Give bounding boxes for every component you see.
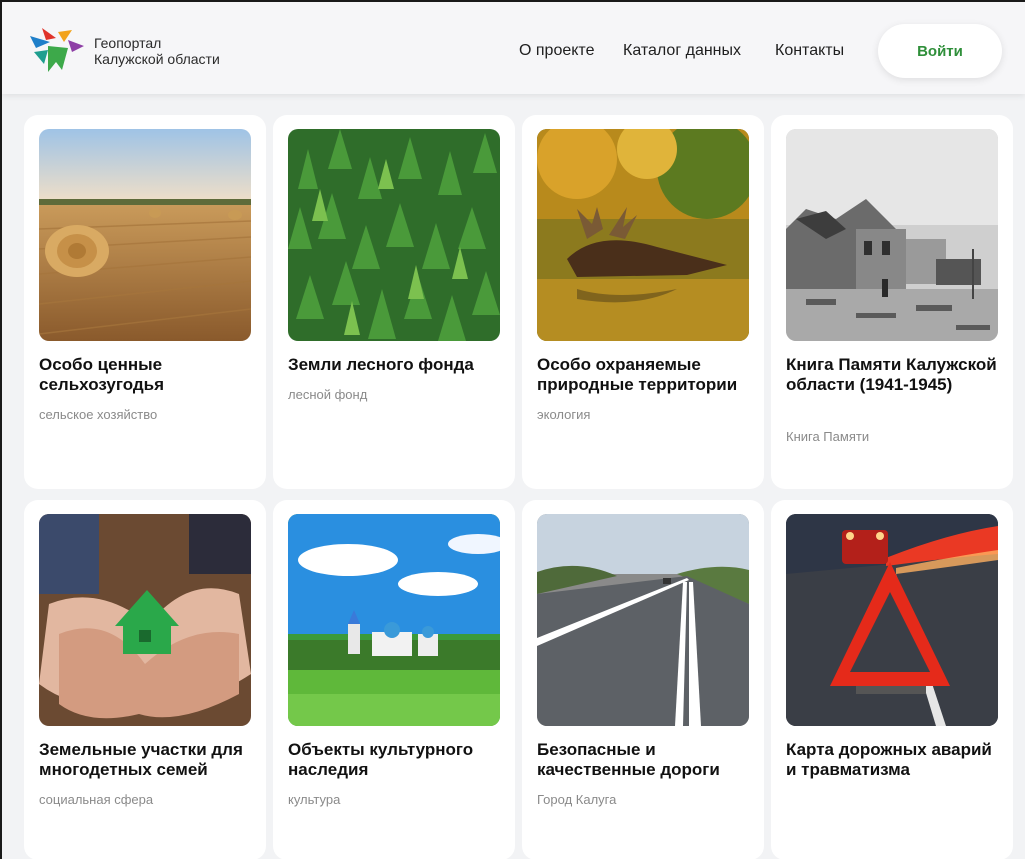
card-title: Книга Памяти Калужской области (1941-194… bbox=[786, 355, 997, 394]
brand-name[interactable]: Геопортал Калужской области bbox=[94, 35, 220, 67]
dataset-card-ecology[interactable]: Особо охраняемые природные территории эк… bbox=[522, 115, 764, 489]
nav-about-link[interactable]: О проекте bbox=[519, 42, 594, 60]
moose-river-image bbox=[537, 129, 749, 341]
page: Геопортал Калужской области О проекте Ка… bbox=[0, 0, 1025, 859]
brand-line-1: Геопортал bbox=[94, 35, 162, 51]
warning-triangle-image bbox=[786, 514, 998, 726]
dataset-card-agriculture[interactable]: Особо ценные сельхозугодья сельское хозя… bbox=[24, 115, 266, 489]
monastery-image bbox=[288, 514, 500, 726]
hay-field-image bbox=[39, 129, 251, 341]
dataset-card-memory-book[interactable]: Книга Памяти Калужской области (1941-194… bbox=[771, 115, 1013, 489]
dataset-card-accidents[interactable]: Карта дорожных аварий и травматизма bbox=[771, 500, 1013, 859]
war-ruins-image bbox=[786, 129, 998, 341]
login-button[interactable]: Войти bbox=[878, 24, 1002, 78]
forest-aerial-image bbox=[288, 129, 500, 341]
card-category: социальная сфера bbox=[39, 792, 154, 807]
brand-line-2: Калужской области bbox=[94, 51, 220, 67]
dataset-card-large-families[interactable]: Земельные участки для многодетных семей … bbox=[24, 500, 266, 859]
card-category: Город Калуга bbox=[537, 792, 617, 807]
card-category: культура bbox=[288, 792, 341, 807]
card-category: Книга Памяти bbox=[786, 429, 870, 444]
card-title: Земельные участки для многодетных семей bbox=[39, 740, 243, 779]
nav-contacts-link[interactable]: Контакты bbox=[775, 42, 844, 60]
card-title: Особо ценные сельхозугодья bbox=[39, 355, 165, 394]
card-title: Карта дорожных аварий и травматизма bbox=[786, 740, 992, 779]
geoportal-logo-icon[interactable] bbox=[28, 26, 86, 74]
card-title: Объекты культурного наследия bbox=[288, 740, 474, 779]
dataset-card-culture[interactable]: Объекты культурного наследия культура bbox=[273, 500, 515, 859]
card-category: сельское хозяйство bbox=[39, 407, 158, 422]
card-category: экология bbox=[537, 407, 591, 422]
site-header: Геопортал Калужской области О проекте Ка… bbox=[2, 2, 1025, 94]
card-title: Особо охраняемые природные территории bbox=[537, 355, 738, 394]
card-title: Земли лесного фонда bbox=[288, 355, 474, 374]
card-title: Безопасные и качественные дороги bbox=[537, 740, 720, 779]
nav-catalog-link[interactable]: Каталог данных bbox=[623, 42, 741, 60]
dataset-card-forest[interactable]: Земли лесного фонда лесной фонд bbox=[273, 115, 515, 489]
card-category: лесной фонд bbox=[288, 387, 368, 402]
hands-house-image bbox=[39, 514, 251, 726]
dataset-card-roads[interactable]: Безопасные и качественные дороги Город К… bbox=[522, 500, 764, 859]
highway-image bbox=[537, 514, 749, 726]
